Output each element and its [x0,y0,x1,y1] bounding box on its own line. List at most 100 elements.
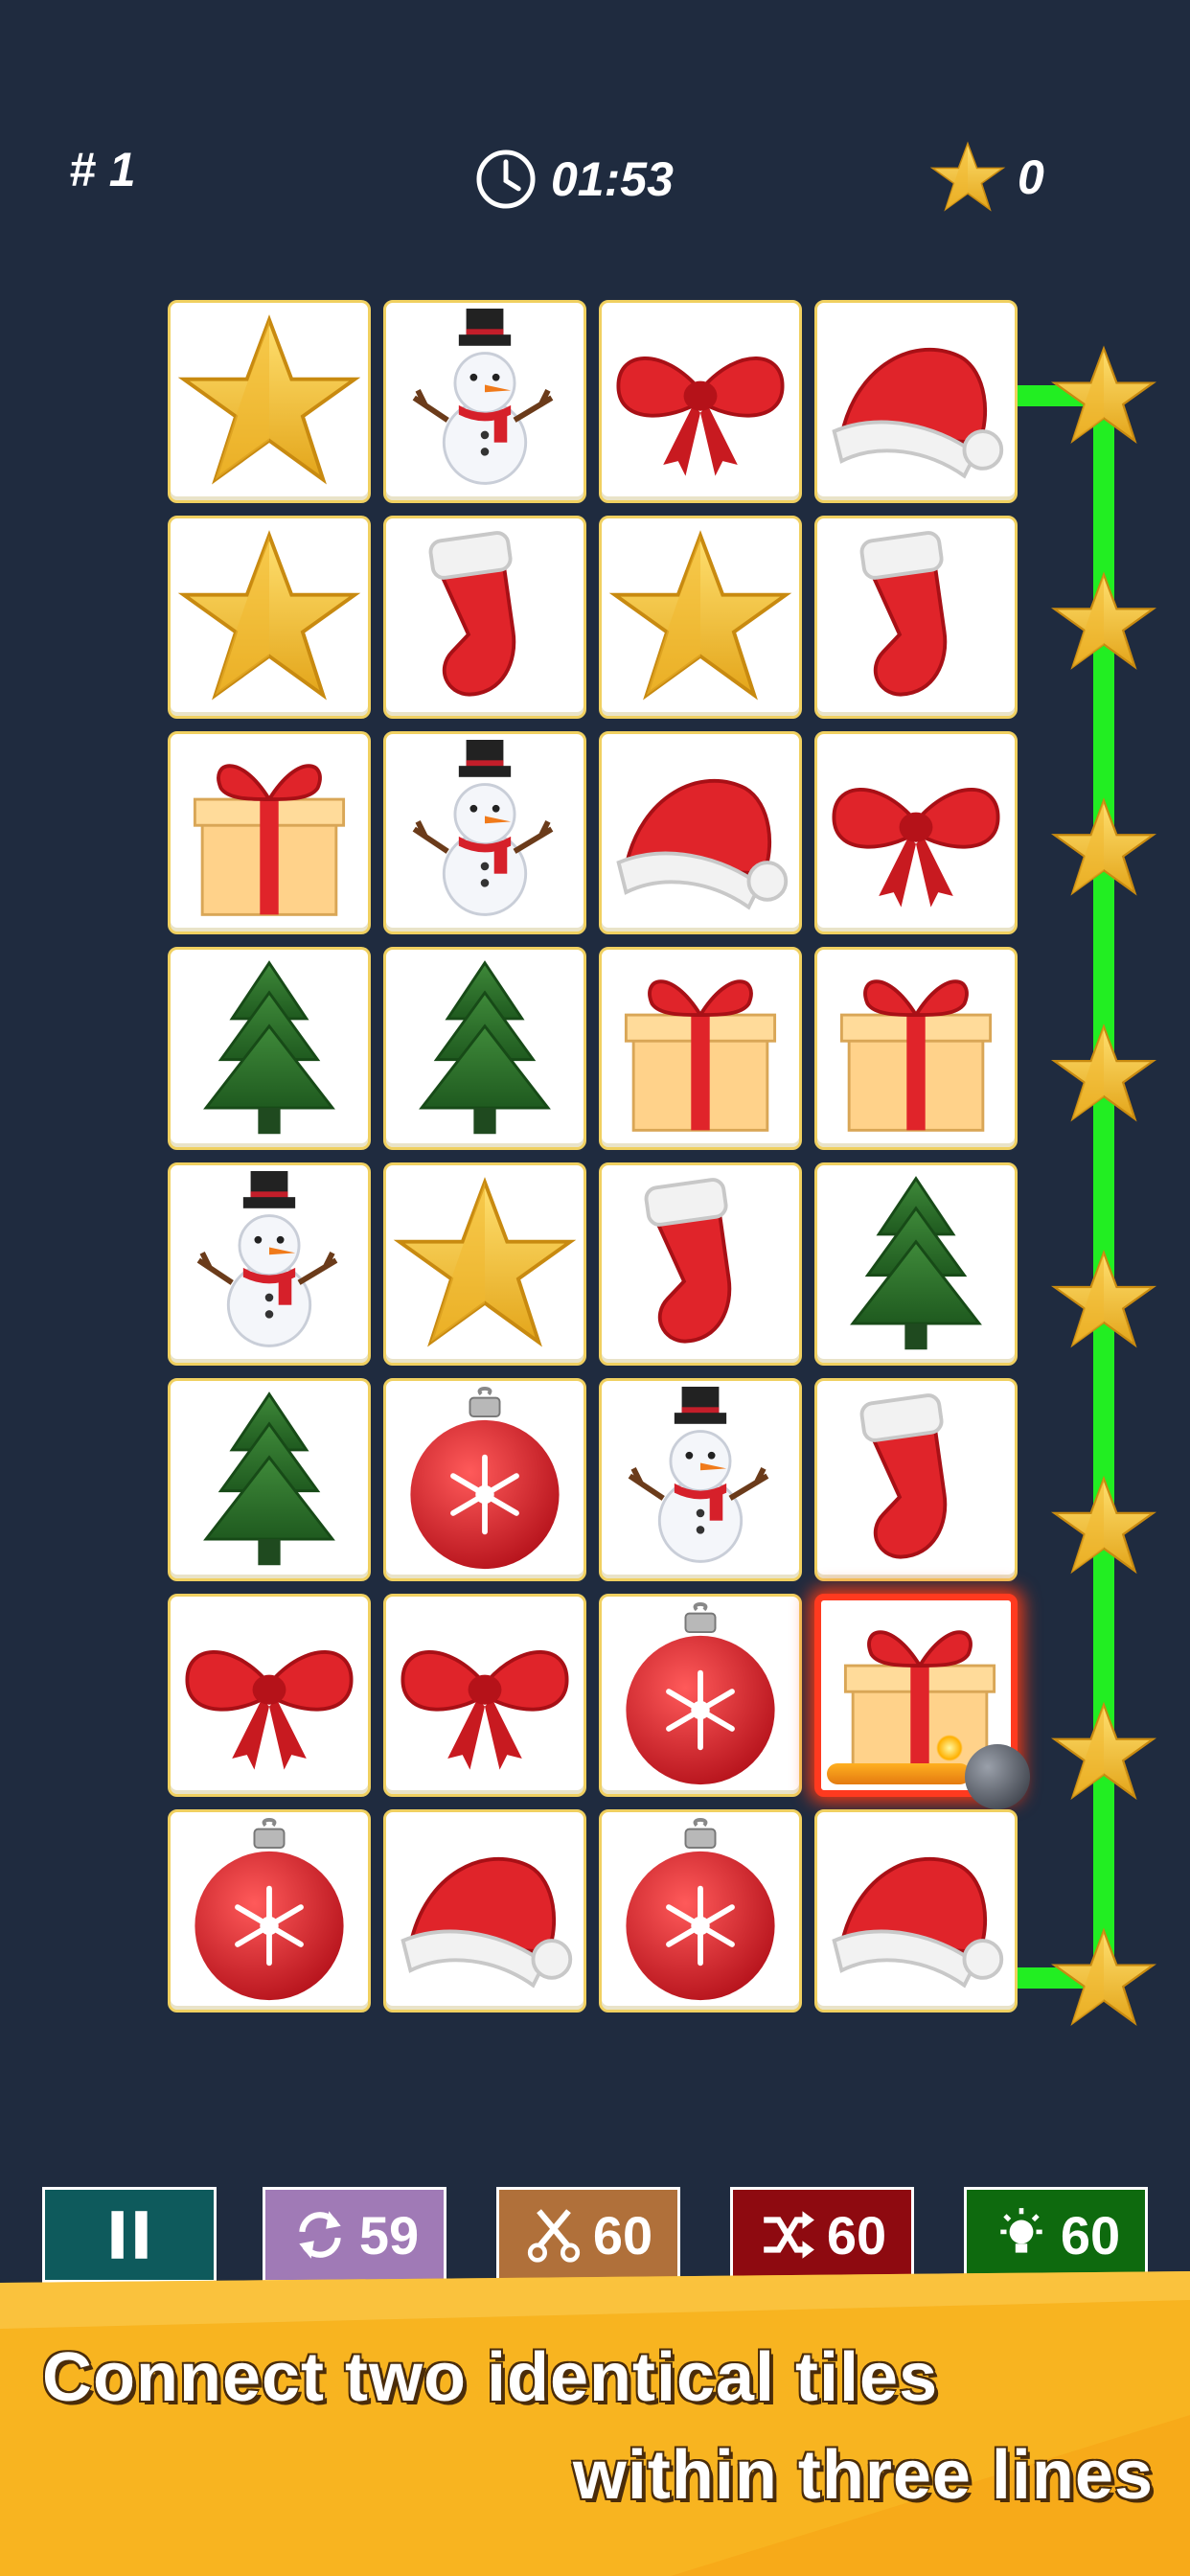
santa-hat-icon [823,1818,1009,2004]
star-icon [929,139,1006,216]
tile-tree[interactable] [383,947,586,1150]
tile-tree[interactable] [168,947,371,1150]
ornament-icon [176,1818,362,2004]
tile-snowman[interactable] [599,1378,802,1581]
tile-star[interactable] [168,300,371,503]
tile-tree[interactable] [168,1378,371,1581]
tile-snowman[interactable] [383,300,586,503]
refresh-count: 59 [358,2204,420,2266]
tile-snowman[interactable] [383,731,586,934]
refresh-button[interactable]: 59 [263,2187,446,2283]
tile-stocking[interactable] [599,1162,802,1366]
tile-gift[interactable] [168,731,371,934]
stocking-icon [392,524,578,710]
gift-icon [823,955,1009,1141]
scissors-icon [527,2209,580,2263]
path-star-icon [1054,1479,1153,1571]
tile-bow[interactable] [383,1594,586,1797]
tile-ornament[interactable] [599,1594,802,1797]
tree-icon [823,1171,1009,1357]
tile-gift[interactable] [599,947,802,1150]
bomb-icon [965,1744,1030,1809]
tree-icon [176,955,362,1141]
timer: 01:53 [474,144,674,215]
path-line [1018,385,1114,1989]
star-icon [607,524,793,710]
tile-bow[interactable] [599,300,802,503]
clock-icon [476,150,536,209]
path-star-icon [1054,1705,1153,1797]
tile-santa-hat[interactable] [599,731,802,934]
star-icon [176,309,362,494]
path-star-icon [1054,1253,1153,1345]
tile-star[interactable] [168,516,371,719]
tile-santa-hat[interactable] [814,1809,1018,2012]
tile-gift[interactable] [814,947,1018,1150]
gift-icon [176,740,362,926]
pause-button[interactable] [42,2187,217,2283]
banner-line-1: Connect two identical tiles [42,2339,939,2416]
snowman-icon [392,309,578,494]
bow-icon [823,740,1009,926]
shuffle-icon [764,2211,814,2259]
bow-icon [392,1602,578,1788]
ornament-icon [607,1602,793,1788]
stocking-icon [823,524,1009,710]
pause-icon [111,2211,148,2259]
path-star-icon [1054,349,1153,441]
snowman-icon [607,1387,793,1573]
tutorial-banner: Connect two identical tiles within three… [0,2271,1190,2576]
tile-bow[interactable] [168,1594,371,1797]
bow-icon [607,309,793,494]
gift-icon [607,955,793,1141]
hint-count: 60 [1060,2204,1121,2266]
bow-icon [176,1602,362,1788]
tile-gift[interactable] [814,1594,1030,1809]
path-star-icon [1054,1026,1153,1118]
star-icon [392,1171,578,1357]
ornament-icon [607,1818,793,2004]
santa-hat-icon [823,309,1009,494]
santa-hat-icon [392,1818,578,2004]
fuse-bar [827,1763,971,1784]
tile-ornament[interactable] [599,1809,802,2012]
shuffle-button[interactable]: 60 [730,2187,914,2283]
tile-stocking[interactable] [814,1378,1018,1581]
tile-stocking[interactable] [814,516,1018,719]
stocking-icon [607,1171,793,1357]
cut-count: 60 [592,2204,653,2266]
snowman-icon [176,1171,362,1357]
banner-line-2: within three lines [572,2437,1154,2514]
cut-button[interactable]: 60 [496,2187,680,2283]
shuffle-count: 60 [826,2204,887,2266]
timer-value: 01:53 [551,152,674,206]
hint-button[interactable]: 60 [964,2187,1148,2283]
lightbulb-icon [1000,2208,1042,2253]
banner-background [0,2271,1190,2576]
tile-star[interactable] [383,1162,586,1366]
tile-stocking[interactable] [383,516,586,719]
tile-santa-hat[interactable] [814,300,1018,503]
stocking-icon [823,1387,1009,1573]
refresh-icon [299,2211,341,2259]
hud: # 1 01:53 0 [0,0,1190,288]
tree-icon [392,955,578,1141]
star-icon [176,524,362,710]
santa-hat-icon [607,740,793,926]
star-score: 0 [929,139,1044,216]
path-star-icon [1054,1931,1153,2023]
tree-icon [176,1387,362,1573]
tile-snowman[interactable] [168,1162,371,1366]
tile-ornament[interactable] [168,1809,371,2012]
tile-bow[interactable] [814,731,1018,934]
spark-icon [936,1735,963,1761]
star-count: 0 [1018,150,1044,204]
path-star-icon [1054,575,1153,667]
tile-star[interactable] [599,516,802,719]
path-star-icon [1054,800,1153,892]
toolbar: 59 60 60 60 [0,2187,1190,2283]
tile-ornament[interactable] [383,1378,586,1581]
level-label: # 1 [69,143,136,196]
tile-tree[interactable] [814,1162,1018,1366]
tile-santa-hat[interactable] [383,1809,586,2012]
